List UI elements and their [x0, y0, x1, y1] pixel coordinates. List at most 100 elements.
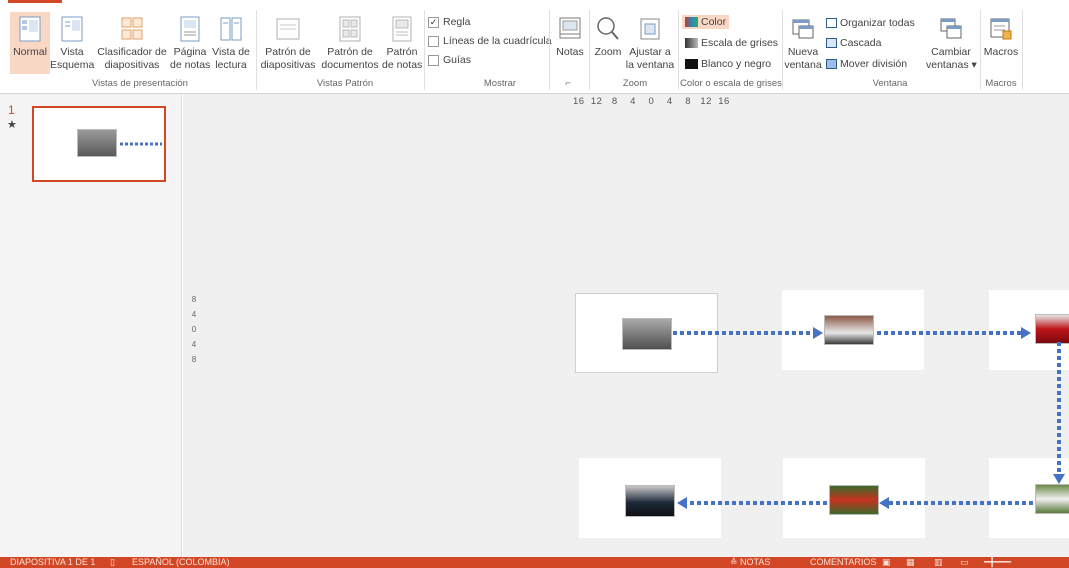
- move-split-option[interactable]: Mover división: [826, 58, 907, 70]
- group-label-master-views: Vistas Patrón: [316, 78, 374, 89]
- fit-to-window-label-1: Ajustar a: [629, 46, 671, 58]
- macros-icon: [990, 18, 1012, 40]
- slide-master-label-2: diapositivas: [260, 59, 316, 71]
- arrowhead-down-icon: [1053, 474, 1065, 484]
- notes-icon: [559, 17, 581, 39]
- color-option-label: Color: [701, 16, 727, 28]
- guides-checkbox[interactable]: Guías: [428, 54, 471, 66]
- arrowhead-left-icon: [879, 497, 889, 509]
- normal-view-icon: [19, 16, 41, 42]
- group-label-macros: Macros: [985, 78, 1017, 89]
- notes-page-button[interactable]: Página de notas: [170, 16, 210, 72]
- grayscale-option[interactable]: Escala de grises: [685, 37, 778, 49]
- slide-sorter-label-1: Clasificador de: [97, 46, 167, 58]
- slide-master-label-1: Patrón de: [265, 46, 311, 58]
- notes-master-button[interactable]: Patrón de notas: [382, 16, 422, 72]
- active-tab-indicator: [8, 0, 62, 3]
- dialog-launcher-icon[interactable]: ⌐: [562, 78, 574, 89]
- normal-view-label: Normal: [13, 46, 47, 58]
- reading-view-icon: [220, 17, 242, 41]
- handout-master-label-2: documentos: [321, 59, 379, 71]
- outline-view-label-1: Vista: [60, 46, 84, 58]
- color-swatch-icon: [685, 17, 698, 27]
- handout-master-icon: [339, 16, 361, 42]
- cascade-option[interactable]: Cascada: [826, 37, 881, 49]
- separator: [256, 10, 257, 90]
- outline-view-icon: [61, 16, 83, 42]
- slide-sorter-icon: [121, 17, 143, 40]
- arrange-all-icon: [826, 18, 837, 28]
- normal-view-button[interactable]: Normal: [10, 12, 50, 74]
- group-label-presentation-views: Vistas de presentación: [92, 78, 188, 89]
- handout-master-label-1: Patrón de: [327, 46, 373, 58]
- slide-sorter-label-2: diapositivas: [104, 59, 160, 71]
- fit-to-window-icon: [640, 18, 660, 40]
- zoom-button[interactable]: Zoom: [592, 16, 624, 59]
- arrowhead-right-icon: [1021, 327, 1031, 339]
- slide-sorter-status-icon[interactable]: ▦: [906, 557, 915, 568]
- ruler-checkbox-label: Regla: [443, 16, 471, 28]
- ruler-checkbox[interactable]: ✓ Regla: [428, 16, 470, 28]
- black-white-swatch-icon: [685, 59, 698, 69]
- reading-view-status-icon[interactable]: ▥: [934, 557, 943, 568]
- zoom-slider[interactable]: ━╋━━━: [984, 557, 1011, 568]
- color-option[interactable]: Color: [682, 15, 730, 29]
- new-window-label-2: ventana: [784, 59, 822, 71]
- group-label-zoom: Zoom: [622, 78, 648, 89]
- new-window-button[interactable]: Nueva ventana: [784, 16, 822, 72]
- outline-view-button[interactable]: Vista Esquema: [50, 16, 94, 72]
- arrowhead-left-icon: [677, 497, 687, 509]
- notes-button[interactable]: Notas: [552, 16, 588, 59]
- group-label-show: Mostrar: [483, 78, 517, 89]
- separator: [549, 10, 550, 90]
- fit-to-window-button[interactable]: Ajustar a la ventana: [624, 16, 676, 72]
- separator: [980, 10, 981, 90]
- arrange-all-option[interactable]: Organizar todas: [826, 17, 915, 29]
- slide-sorter-button[interactable]: Clasificador de diapositivas: [96, 16, 168, 72]
- move-split-icon: [826, 59, 837, 69]
- slide-thumbnail-1[interactable]: [32, 106, 166, 182]
- switch-windows-label-1: Cambiar: [931, 46, 971, 58]
- slideshow-status-icon[interactable]: ▭: [960, 557, 969, 568]
- thumbnail-connector-arrow: [120, 142, 162, 146]
- gridlines-checkbox-label: Líneas de la cuadrícula: [443, 35, 552, 47]
- gridlines-checkbox[interactable]: Líneas de la cuadrícula: [428, 35, 552, 47]
- normal-view-status-icon[interactable]: ▣: [882, 557, 891, 568]
- switch-windows-label-2: ventanas ▾: [926, 59, 977, 71]
- reading-view-button[interactable]: Vista de lectura: [211, 16, 251, 72]
- black-white-option[interactable]: Blanco y negro: [685, 58, 771, 70]
- spell-check-icon[interactable]: ▯: [110, 557, 115, 568]
- slide-counter: DIAPOSITIVA 1 DE 1: [10, 557, 96, 567]
- notes-master-label-1: Patrón: [386, 46, 418, 58]
- language-indicator[interactable]: ESPAÑOL (COLOMBIA): [132, 557, 230, 568]
- zoom-magnifier-icon: [597, 17, 619, 40]
- arrowhead-right-icon: [813, 327, 823, 339]
- separator: [589, 10, 590, 90]
- separator: [678, 10, 679, 90]
- notes-label: Notas: [556, 46, 584, 58]
- outline-view-label-2: Esquema: [50, 59, 95, 71]
- switch-windows-icon: [940, 18, 962, 39]
- checkbox-checked-icon: ✓: [428, 16, 439, 28]
- thumbnail-car-photo: [77, 129, 117, 157]
- slide-master-button[interactable]: Patrón de diapositivas: [258, 16, 318, 72]
- reading-view-label-2: lectura: [215, 59, 247, 71]
- zoom-label: Zoom: [594, 46, 622, 58]
- fit-to-window-label-2: la ventana: [625, 59, 675, 71]
- separator: [782, 10, 783, 90]
- grayscale-option-label: Escala de grises: [701, 37, 779, 49]
- notes-master-label-2: de notas: [382, 59, 423, 71]
- switch-windows-button[interactable]: Cambiar ventanas ▾: [926, 16, 977, 72]
- macros-button[interactable]: Macros: [982, 16, 1020, 59]
- notes-page-label-2: de notas: [170, 59, 211, 71]
- handout-master-button[interactable]: Patrón de documentos: [318, 16, 382, 72]
- reading-view-label-1: Vista de: [212, 46, 250, 58]
- cascade-label: Cascada: [840, 37, 882, 49]
- grayscale-swatch-icon: [685, 38, 698, 48]
- slide-editing-canvas[interactable]: 16 12 8 4 0 4 8 12 16 8 4 0 4 8: [183, 94, 1069, 557]
- slide-thumbnail-panel: 1 ★: [0, 94, 182, 557]
- guides-checkbox-label: Guías: [443, 54, 472, 66]
- notes-toggle[interactable]: ≙ NOTAS: [730, 557, 770, 568]
- cascade-icon: [826, 38, 837, 48]
- comments-toggle[interactable]: COMENTARIOS: [810, 557, 876, 568]
